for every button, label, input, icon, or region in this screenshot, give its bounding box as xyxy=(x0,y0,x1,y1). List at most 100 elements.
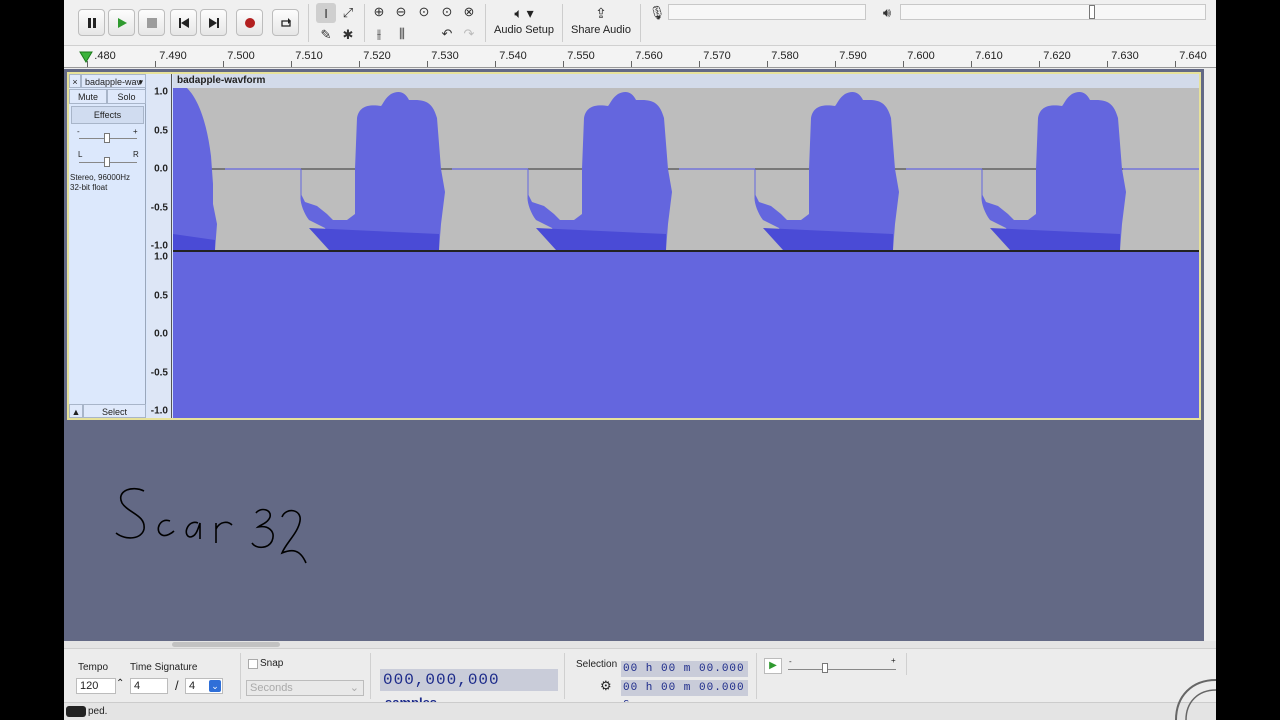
resize-grip-icon[interactable] xyxy=(1172,676,1216,720)
ruler-tick-label: 7.620 xyxy=(1043,50,1071,62)
zoom-in-button[interactable]: ⊕ xyxy=(369,2,389,22)
loop-button[interactable] xyxy=(272,9,299,36)
ruler-tick xyxy=(631,61,632,67)
zoom-fit-icon: ⊙ xyxy=(441,4,453,19)
bottom-channel-waveform xyxy=(173,252,1199,418)
ruler-tick-label: 7.530 xyxy=(431,50,459,62)
envelope-tool[interactable]: ⤢ xyxy=(338,3,358,23)
ruler-tick-label: 7.500 xyxy=(227,50,255,62)
ruler-tick xyxy=(903,61,904,67)
status-toggle[interactable] xyxy=(66,706,86,717)
tempo-stepper-icon[interactable]: ⌃ xyxy=(116,678,124,689)
draw-tool[interactable]: ✎ xyxy=(316,25,336,45)
amplitude-label: 0.0 xyxy=(154,328,168,340)
selection-tool[interactable]: I xyxy=(316,3,336,23)
zoom-toggle-button[interactable]: ⊗ xyxy=(459,2,479,22)
snap-checkbox[interactable] xyxy=(248,659,258,669)
solo-button[interactable]: Solo xyxy=(107,89,146,104)
clip-title[interactable]: badapple-wavform xyxy=(173,74,1199,88)
track-name-menu[interactable]: badapple-wav ▾ xyxy=(81,74,146,88)
amplitude-label: 0.5 xyxy=(154,290,168,301)
playhead-marker-icon[interactable] xyxy=(78,49,94,65)
redo-button[interactable]: ↷ xyxy=(459,24,479,44)
stop-icon xyxy=(146,17,157,28)
horizontal-scroll-thumb[interactable] xyxy=(172,642,280,647)
timeline-ruler[interactable]: .480 7.490 7.500 7.510 7.520 7.530 7.540 7.550 7… xyxy=(64,46,1216,68)
record-button[interactable] xyxy=(236,9,263,36)
ruler-tick xyxy=(291,61,292,67)
track-format: Stereo, 96000Hz xyxy=(70,173,131,182)
selection-start-time[interactable]: 00 h 00 m 00.000 s xyxy=(621,661,748,691)
amplitude-label: -1.0 xyxy=(150,240,168,252)
audio-setup-button[interactable]: 🔈︎ ▾ Audio Setup xyxy=(492,2,556,42)
collapse-track-button[interactable]: ▲ xyxy=(69,404,83,418)
play-icon xyxy=(117,17,127,28)
toolbar: I ⤢ ✎ ✱ ⊕ ⊖ ⊙ ⊙ ⊗ ⫲ ⫼ ↶ ↷ 🔈︎ ▾ Audio Set… xyxy=(64,0,1216,46)
ruler-tick xyxy=(495,61,496,67)
amplitude-ruler[interactable]: 1.0 0.5 0.0 -0.5 -1.0 1.0 0.5 0.0 -0.5 -1.0 xyxy=(147,74,172,418)
amplitude-label: 1.0 xyxy=(154,86,168,98)
vertical-scrollbar[interactable] xyxy=(1204,69,1216,641)
undo-button[interactable]: ↶ xyxy=(437,24,457,44)
gain-slider[interactable] xyxy=(104,133,110,143)
tempo-field[interactable]: 120 xyxy=(76,678,116,694)
fit-project-button[interactable]: ⊙ xyxy=(437,2,457,22)
playback-meter[interactable] xyxy=(900,4,1206,20)
play-speed-track xyxy=(788,669,896,670)
dropdown-icon: ▾ xyxy=(138,77,143,87)
audio-track[interactable]: × badapple-wav ▾ Mute Solo Effects - + L … xyxy=(67,72,1201,420)
track-control-panel: × badapple-wav ▾ Mute Solo Effects - + L … xyxy=(69,74,146,418)
pan-slider[interactable] xyxy=(104,157,110,167)
play-icon: ▶ xyxy=(769,660,777,671)
waveform-graphic[interactable] xyxy=(173,74,1199,418)
upload-icon: ⇪ xyxy=(595,5,607,21)
play-at-speed-button[interactable]: ▶ xyxy=(764,658,782,674)
ruler-tick-label: 7.520 xyxy=(363,50,391,62)
ruler-tick-label: 7.570 xyxy=(703,50,731,62)
pause-button[interactable] xyxy=(78,9,105,36)
skip-to-start-button[interactable] xyxy=(170,9,197,36)
ruler-tick xyxy=(767,61,768,67)
trim-button[interactable]: ⫲ xyxy=(369,24,389,44)
skip-start-icon xyxy=(178,17,189,28)
ruler-tick-label: 7.640 xyxy=(1179,50,1207,62)
close-track-button[interactable]: × xyxy=(69,74,81,88)
stop-button[interactable] xyxy=(138,9,165,36)
playback-volume-knob[interactable] xyxy=(1089,5,1095,19)
clip-waveform[interactable]: badapple-wavform xyxy=(173,74,1199,418)
selection-end-time[interactable]: 00 h 00 m 00.000 s xyxy=(621,680,748,710)
silence-icon: ⫼ xyxy=(399,26,405,41)
ruler-tick-label: 7.560 xyxy=(635,50,663,62)
select-track-button[interactable]: Select xyxy=(83,404,146,418)
asterisk-icon: ✱ xyxy=(342,27,354,42)
ruler-tick-label: .480 xyxy=(94,50,116,62)
fit-selection-button[interactable]: ⊙ xyxy=(414,2,434,22)
amplitude-label: -0.5 xyxy=(150,367,168,378)
zoom-out-button[interactable]: ⊖ xyxy=(391,2,411,22)
recording-meter[interactable] xyxy=(668,4,866,20)
snap-unit-select[interactable]: Seconds ⌄ xyxy=(246,680,364,696)
record-icon xyxy=(244,17,255,28)
ruler-tick-label: 7.630 xyxy=(1111,50,1139,62)
effects-button[interactable]: Effects xyxy=(71,106,144,124)
zoom-out-icon: ⊖ xyxy=(395,4,407,19)
audio-position[interactable]: 000,000,000 samples▾ xyxy=(380,669,558,710)
skip-to-end-button[interactable] xyxy=(200,9,227,36)
share-audio-button[interactable]: ⇪ Share Audio xyxy=(569,2,633,42)
undo-icon: ↶ xyxy=(441,26,453,41)
play-button[interactable] xyxy=(108,9,135,36)
horizontal-scrollbar[interactable] xyxy=(64,641,1216,648)
playback-speaker-icon: 🔊︎ xyxy=(882,5,892,20)
ruler-tick-label: 7.550 xyxy=(567,50,595,62)
zoom-in-icon: ⊕ xyxy=(373,4,385,19)
close-icon: × xyxy=(72,77,78,87)
ruler-tick xyxy=(427,61,428,67)
chevron-down-icon[interactable]: ⌄ xyxy=(209,680,221,692)
play-speed-slider[interactable] xyxy=(822,663,828,673)
settings-gear-icon[interactable]: ⚙︎ xyxy=(600,678,612,694)
silence-button[interactable]: ⫼ xyxy=(392,24,412,44)
mute-button[interactable]: Mute xyxy=(69,89,107,104)
multi-tool[interactable]: ✱ xyxy=(338,25,358,45)
time-sig-numerator[interactable]: 4 xyxy=(130,678,168,694)
track-area[interactable]: × badapple-wav ▾ Mute Solo Effects - + L … xyxy=(64,69,1216,641)
